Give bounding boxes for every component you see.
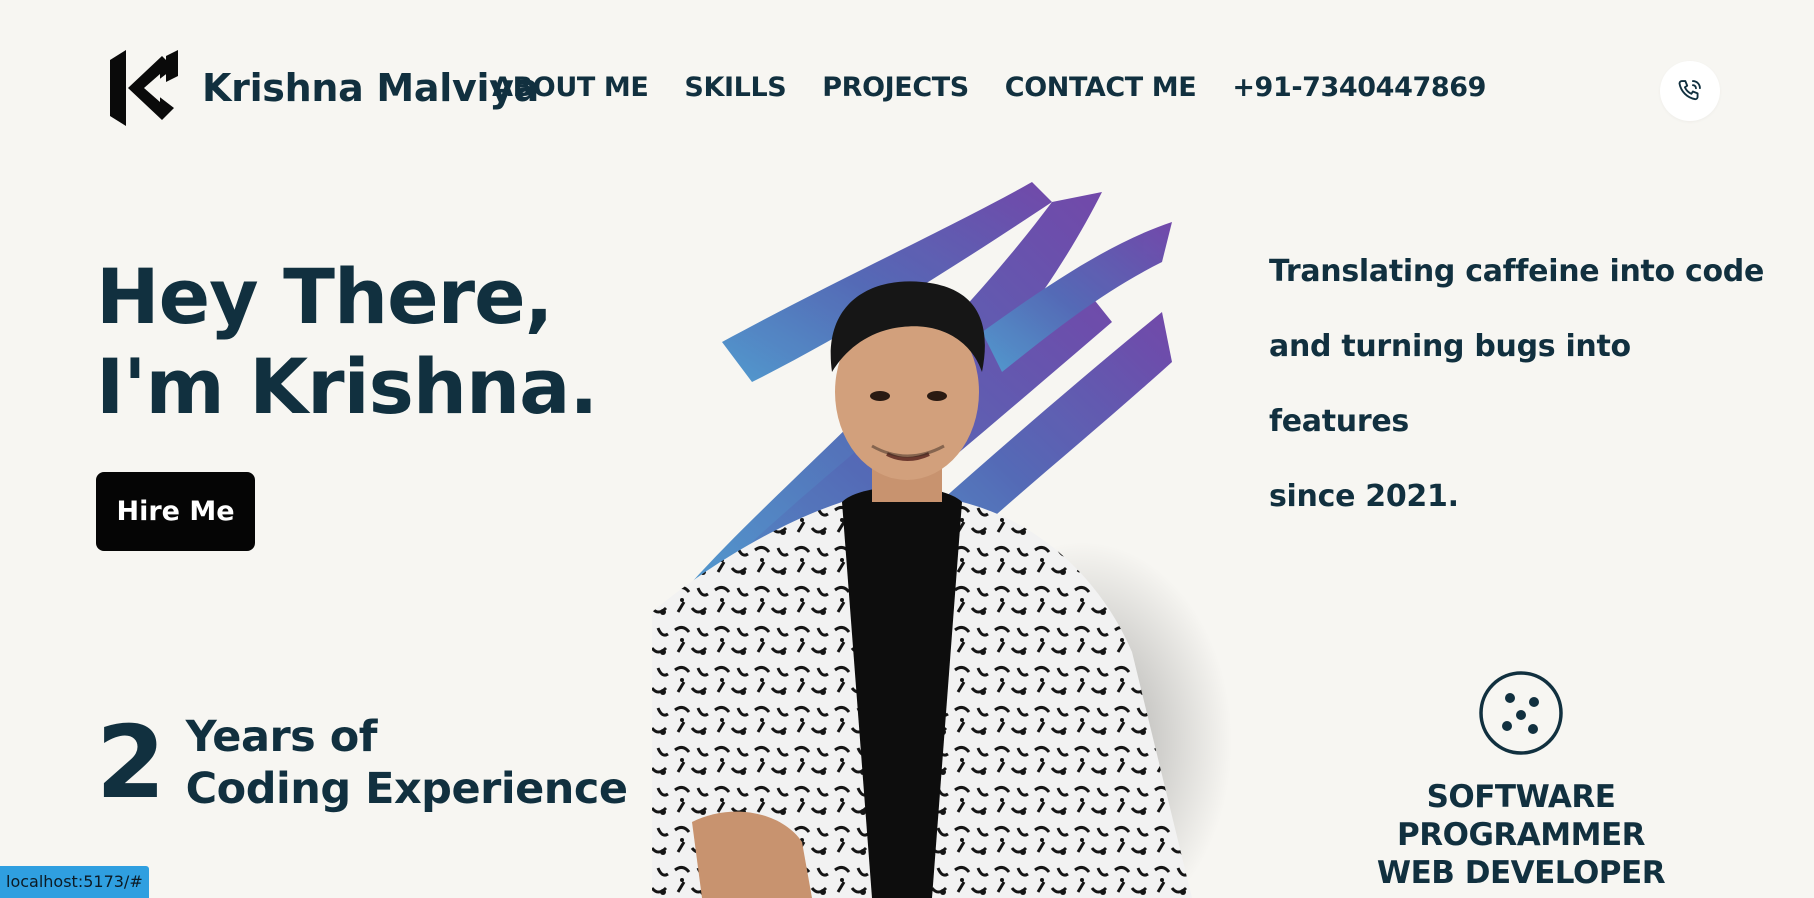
tagline-line-2: and turning bugs into features bbox=[1269, 329, 1631, 439]
nav-skills[interactable]: SKILLS bbox=[684, 72, 786, 103]
status-bar-url: localhost:5173/# bbox=[0, 866, 149, 898]
role-line-2: WEB DEVELOPER bbox=[1376, 855, 1666, 891]
hero-line-1: Hey There, bbox=[96, 252, 554, 341]
experience-line-1: Years of bbox=[185, 712, 378, 762]
hire-me-button[interactable]: Hire Me bbox=[96, 472, 255, 551]
hero-heading: Hey There, I'm Krishna. bbox=[96, 252, 598, 432]
role-line-1: SOFTWARE PROGRAMMER bbox=[1397, 779, 1646, 853]
dice-circle-icon bbox=[1479, 671, 1563, 755]
call-button[interactable] bbox=[1660, 61, 1720, 121]
nav-phone-number[interactable]: +91-7340447869 bbox=[1232, 72, 1486, 103]
brand-link[interactable]: Krishna Malviya bbox=[104, 48, 539, 128]
tagline: Translating caffeine into code and turni… bbox=[1269, 234, 1769, 534]
experience-stat: 2 Years of Coding Experience bbox=[96, 708, 628, 818]
tagline-line-3: since 2021. bbox=[1269, 479, 1459, 514]
brand-name: Krishna Malviya bbox=[202, 66, 539, 110]
experience-label: Years of Coding Experience bbox=[186, 711, 628, 815]
roles: SOFTWARE PROGRAMMER WEB DEVELOPER bbox=[1310, 778, 1732, 892]
tagline-line-1: Translating caffeine into code bbox=[1269, 254, 1765, 289]
site-header: Krishna Malviya ABOUT ME SKILLS PROJECTS… bbox=[0, 0, 1814, 180]
hero-line-2: I'm Krishna. bbox=[96, 342, 598, 431]
main-nav: ABOUT ME SKILLS PROJECTS CONTACT ME +91-… bbox=[492, 72, 1486, 103]
experience-number: 2 bbox=[96, 704, 166, 821]
phone-icon bbox=[1678, 80, 1701, 101]
km-logo-icon bbox=[110, 50, 178, 126]
profile-photo bbox=[632, 182, 1232, 898]
experience-line-2: Coding Experience bbox=[185, 764, 628, 814]
nav-contact-me[interactable]: CONTACT ME bbox=[1005, 72, 1197, 103]
nav-projects[interactable]: PROJECTS bbox=[822, 72, 969, 103]
nav-about-me[interactable]: ABOUT ME bbox=[492, 72, 649, 103]
